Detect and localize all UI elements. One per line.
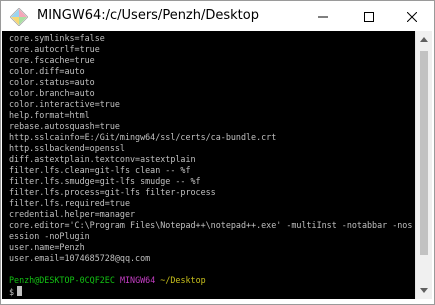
- text-cursor: [17, 286, 23, 296]
- prompt-user-host: Penzh@DESKTOP-0CQF2EC: [9, 275, 115, 285]
- prompt-env: MINGW64: [119, 275, 156, 285]
- maximize-icon: [364, 12, 374, 22]
- scroll-up-button[interactable]: [416, 31, 432, 48]
- output-line: rebase.autosquash=true: [9, 121, 120, 131]
- output-line: filter.lfs.smudge=git-lfs smudge -- %f: [9, 176, 201, 186]
- window-bottom-border: [1, 299, 434, 304]
- minimize-icon: [318, 16, 328, 18]
- prompt-path: ~/Desktop: [160, 275, 206, 285]
- prompt-symbol: $: [9, 287, 15, 297]
- terminal-window: MINGW64:/c/Users/Penzh/Desktop core.syml…: [0, 0, 435, 305]
- prompt-line: Penzh@DESKTOP-0CQF2EC MINGW64 ~/Desktop: [9, 275, 206, 286]
- output-line: user.email=1074685728@qq.com: [9, 253, 151, 263]
- output-line: core.autocrlf=true: [9, 44, 100, 54]
- output-line: help.format=html: [9, 110, 90, 120]
- output-line: color.status=auto: [9, 77, 95, 87]
- output-line: diff.astextplain.textconv=astextplain: [9, 154, 196, 164]
- vertical-scrollbar[interactable]: [415, 31, 432, 299]
- close-button[interactable]: [389, 1, 434, 33]
- git-bash-diamond-icon: [10, 8, 28, 26]
- output-line: user.name=Penzh: [9, 242, 85, 252]
- scrollbar-thumb[interactable]: [420, 51, 428, 255]
- output-line: filter.lfs.clean=git-lfs clean -- %f: [9, 165, 191, 175]
- output-line: core.editor='C:\Program Files\Notepad++\…: [9, 220, 413, 230]
- output-line: core.fscache=true: [9, 55, 95, 65]
- output-line: filter.lfs.process=git-lfs filter-proces…: [9, 187, 216, 197]
- output-line: color.diff=auto: [9, 66, 85, 76]
- chevron-up-icon: [420, 37, 428, 42]
- output-line: ession -noPlugin: [9, 231, 90, 241]
- title-bar[interactable]: MINGW64:/c/Users/Penzh/Desktop: [1, 1, 434, 33]
- minimize-button[interactable]: [300, 1, 346, 33]
- output-line: color.interactive=true: [9, 99, 120, 109]
- output-line: http.sslbackend=openssl: [9, 143, 125, 153]
- input-line[interactable]: $: [9, 286, 23, 297]
- chevron-down-icon: [420, 288, 428, 293]
- close-icon: [407, 12, 417, 22]
- maximize-button[interactable]: [346, 1, 392, 33]
- output-line: http.sslcainfo=E:/Git/mingw64/ssl/certs/…: [9, 132, 277, 142]
- scroll-down-button[interactable]: [416, 282, 432, 299]
- output-line: credential.helper=manager: [9, 209, 136, 219]
- window-title: MINGW64:/c/Users/Penzh/Desktop: [37, 8, 259, 23]
- output-line: filter.lfs.required=true: [9, 198, 131, 208]
- terminal-output[interactable]: core.symlinks=false core.autocrlf=true c…: [2, 31, 415, 299]
- output-line: core.symlinks=false: [9, 33, 105, 43]
- output-line: color.branch=auto: [9, 88, 95, 98]
